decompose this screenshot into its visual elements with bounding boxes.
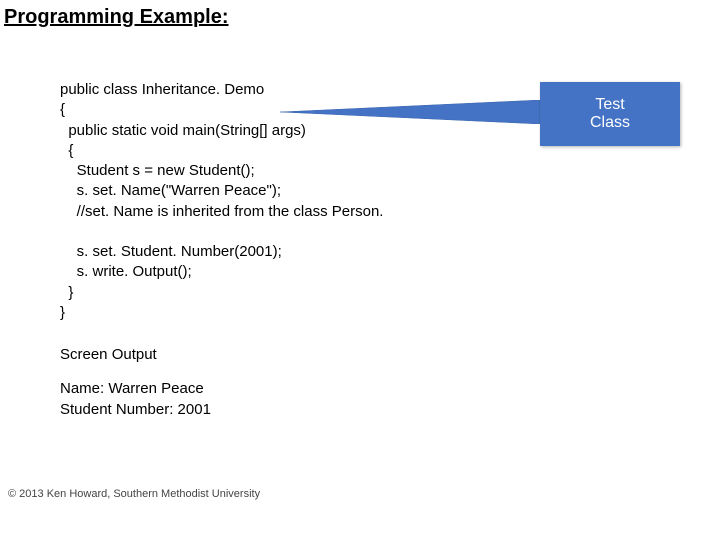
screen-output-line: Student Number: 2001	[60, 400, 211, 420]
code-line: }	[60, 284, 73, 301]
code-line: {	[60, 142, 73, 159]
code-line: Student s = new Student();	[60, 162, 255, 179]
code-line: public static void main(String[] args)	[60, 122, 306, 139]
code-line: s. set. Name("Warren Peace");	[60, 182, 281, 199]
spacer	[60, 365, 211, 379]
code-line: }	[60, 304, 65, 321]
callout-line: Test	[540, 96, 680, 114]
callout-box: Test Class	[540, 82, 680, 146]
code-line: s. set. Student. Number(2001);	[60, 243, 282, 260]
code-block: public class Inheritance. Demo { public …	[60, 80, 383, 323]
code-line: {	[60, 101, 65, 118]
code-line: //set. Name is inherited from the class …	[60, 203, 383, 220]
screen-output-line: Name: Warren Peace	[60, 379, 211, 399]
screen-output-block: Screen Output Name: Warren Peace Student…	[60, 345, 211, 420]
code-line: s. write. Output();	[60, 263, 192, 280]
copyright-footer: © 2013 Ken Howard, Southern Methodist Un…	[8, 488, 260, 500]
screen-output-heading: Screen Output	[60, 345, 211, 365]
callout-line: Class	[540, 114, 680, 132]
page-title: Programming Example:	[4, 6, 229, 29]
code-line: public class Inheritance. Demo	[60, 81, 264, 98]
